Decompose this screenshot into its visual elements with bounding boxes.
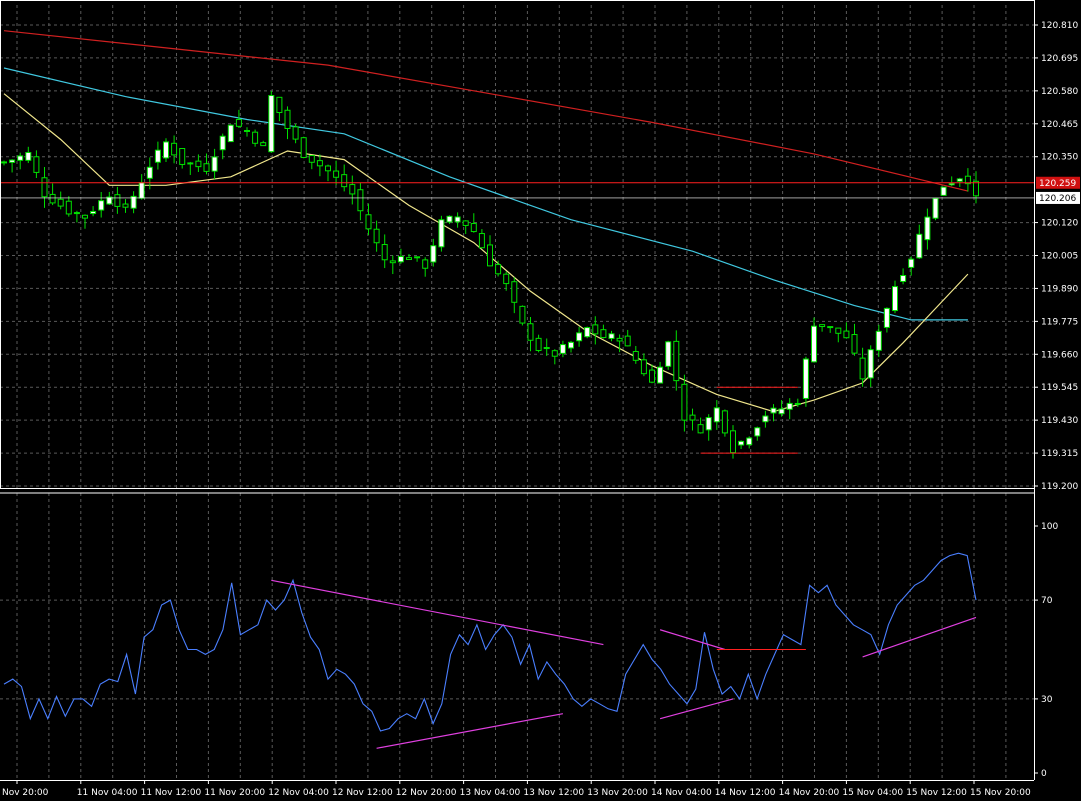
time-label: 15 Nov 20:00 [970,788,1031,798]
price-tick-label: 120.695 [1041,54,1078,64]
candle [584,326,591,339]
osc-tick-label: 0 [1041,769,1047,779]
chart-background [0,0,1081,801]
price-tick-label: 120.580 [1041,87,1078,97]
time-label: 13 Nov 04:00 [460,788,521,798]
time-label: 14 Nov 04:00 [651,788,712,798]
candle [227,124,234,143]
price-tick-label: 120.120 [1041,219,1078,229]
price-tick-label: 119.660 [1041,350,1078,360]
price-tick-label: 120.005 [1041,252,1078,262]
candle [665,340,672,370]
time-label: 13 Nov 20:00 [587,788,648,798]
osc-tick-label: 100 [1041,522,1058,532]
osc-tick-label: 30 [1041,695,1053,705]
osc-tick-label: 70 [1041,596,1053,606]
price-tick-label: 120.810 [1041,21,1078,31]
candle [932,197,939,221]
time-label: Nov 20:00 [2,788,49,798]
candle [268,90,275,153]
time-label: 11 Nov 12:00 [141,788,202,798]
bid-price-label: 120.206 [1039,194,1076,204]
time-label: 12 Nov 20:00 [396,788,457,798]
candle [940,186,947,196]
time-label: 12 Nov 12:00 [332,788,393,798]
candle [438,215,445,252]
time-label: 14 Nov 12:00 [715,788,776,798]
time-label: 15 Nov 12:00 [906,788,967,798]
trading-chart[interactable]: Nov 20:00 11 Nov 04:00 11 Nov 12:00 11 Nov … [0,0,1081,801]
time-label: 14 Nov 20:00 [779,788,840,798]
price-tick-label: 119.890 [1041,284,1078,294]
time-label: 15 Nov 04:00 [842,788,903,798]
candle [721,409,728,437]
candle [300,136,307,159]
price-tick-label: 120.350 [1041,153,1078,163]
price-tick-label: 119.315 [1041,449,1078,459]
time-label: 13 Nov 12:00 [523,788,584,798]
price-tick-label: 119.430 [1041,416,1078,426]
current-price-label: 120.259 [1039,179,1076,189]
price-tick-label: 120.465 [1041,120,1078,130]
time-label: 11 Nov 20:00 [204,788,265,798]
price-tick-label: 119.200 [1041,482,1078,492]
time-label: 12 Nov 04:00 [268,788,329,798]
time-label: 11 Nov 04:00 [77,788,138,798]
price-tick-label: 119.545 [1041,383,1078,393]
price-tick-label: 119.775 [1041,317,1078,327]
candle [519,305,526,326]
